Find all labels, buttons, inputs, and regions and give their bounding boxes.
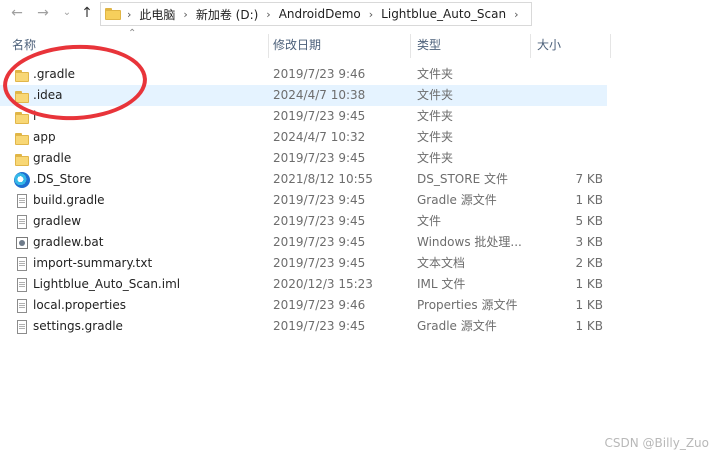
address-box[interactable]: › 此电脑 › 新加卷 (D:) › AndroidDemo › Lightbl…: [100, 2, 532, 26]
file-name: import-summary.txt: [33, 256, 153, 270]
file-icon: [14, 214, 30, 230]
file-type: IML 文件: [417, 277, 466, 291]
file-row[interactable]: settings.gradle 2019/7/23 9:45 Gradle 源文…: [0, 316, 610, 337]
file-row[interactable]: gradle 2019/7/23 9:45 文件夹: [0, 148, 610, 169]
edge-browser-icon: [14, 171, 30, 188]
column-header-size-label: 大小: [537, 38, 562, 52]
file-size: 3 KB: [575, 235, 603, 249]
breadcrumb-item-androiddemo[interactable]: AndroidDemo: [277, 7, 363, 21]
file-type: 文件夹: [417, 67, 454, 81]
file-row[interactable]: build.gradle 2019/7/23 9:45 Gradle 源文件 1…: [0, 190, 610, 211]
chevron-right-icon[interactable]: ›: [363, 8, 379, 21]
file-type: Gradle 源文件: [417, 319, 497, 333]
batch-file-icon: [14, 235, 30, 251]
breadcrumb-item-lightblue-auto-scan[interactable]: Lightblue_Auto_Scan: [379, 7, 508, 21]
file-type: 文本文档: [417, 256, 466, 270]
file-icon: [14, 277, 30, 293]
file-name: local.properties: [33, 298, 127, 312]
file-size: 1 KB: [575, 319, 603, 333]
folder-icon: [105, 8, 121, 20]
file-icon: [14, 319, 30, 335]
file-size: [535, 106, 603, 127]
file-type: 文件: [417, 214, 442, 228]
chevron-right-icon[interactable]: ›: [260, 8, 276, 21]
file-name: gradle: [33, 151, 72, 165]
address-bar: ← → ⌄ ↑ › 此电脑 › 新加卷 (D:) › AndroidDemo ›…: [0, 0, 723, 28]
file-date: 2019/7/23 9:46: [273, 298, 366, 312]
back-arrow-icon[interactable]: ←: [8, 4, 26, 22]
column-header-date[interactable]: 修改日期: [269, 30, 411, 60]
file-date: 2020/12/3 15:23: [273, 277, 373, 291]
column-header-name-label: 名称: [12, 38, 37, 52]
text-file-icon: [14, 256, 30, 272]
column-divider[interactable]: [610, 34, 611, 58]
file-row[interactable]: .DS_Store 2021/8/12 10:55 DS_STORE 文件 7 …: [0, 169, 610, 190]
file-date: 2024/4/7 10:38: [273, 88, 366, 102]
file-date: 2019/7/23 9:45: [273, 214, 366, 228]
file-date: 2019/7/23 9:45: [273, 109, 366, 123]
recent-locations-chevron-icon[interactable]: ⌄: [58, 4, 76, 22]
file-date: 2019/7/23 9:45: [273, 193, 366, 207]
file-name: settings.gradle: [33, 319, 123, 333]
chevron-right-icon[interactable]: ›: [508, 8, 524, 21]
file-size: 1 KB: [575, 193, 603, 207]
file-type: 文件夹: [417, 88, 454, 102]
file-size: [535, 85, 603, 106]
file-row[interactable]: Lightblue_Auto_Scan.iml 2020/12/3 15:23 …: [0, 274, 610, 295]
file-size: 7 KB: [575, 172, 603, 186]
file-size: 1 KB: [575, 277, 603, 291]
file-row[interactable]: local.properties 2019/7/23 9:46 Properti…: [0, 295, 610, 316]
folder-icon: [14, 151, 30, 167]
file-size: 1 KB: [575, 298, 603, 312]
file-date: 2019/7/23 9:46: [273, 67, 366, 81]
file-size: [535, 148, 603, 169]
file-name: gradlew.bat: [33, 235, 104, 249]
column-divider[interactable]: [410, 34, 411, 58]
file-name: .DS_Store: [33, 172, 92, 186]
file-type: DS_STORE 文件: [417, 172, 508, 186]
file-icon: [14, 193, 30, 209]
file-name: gradlew: [33, 214, 82, 228]
breadcrumb: › 此电脑 › 新加卷 (D:) › AndroidDemo › Lightbl…: [101, 3, 525, 25]
file-type: Gradle 源文件: [417, 193, 497, 207]
chevron-right-icon[interactable]: ›: [177, 8, 193, 21]
folder-icon: [14, 130, 30, 146]
file-size: [535, 64, 603, 85]
breadcrumb-item-this-pc[interactable]: 此电脑: [137, 6, 177, 23]
file-date: 2019/7/23 9:45: [273, 319, 366, 333]
file-type: 文件夹: [417, 130, 454, 144]
file-date: 2019/7/23 9:45: [273, 235, 366, 249]
column-header-date-label: 修改日期: [273, 38, 322, 52]
file-date: 2019/7/23 9:45: [273, 151, 366, 165]
file-size: [535, 127, 603, 148]
file-type: 文件夹: [417, 151, 454, 165]
file-type: Properties 源文件: [417, 298, 518, 312]
file-row[interactable]: gradlew 2019/7/23 9:45 文件 5 KB: [0, 211, 610, 232]
file-icon: [14, 298, 30, 314]
file-row[interactable]: app 2024/4/7 10:32 文件夹: [0, 127, 610, 148]
file-date: 2019/7/23 9:45: [273, 256, 366, 270]
column-header-type[interactable]: 类型: [413, 30, 531, 60]
up-arrow-icon[interactable]: ↑: [78, 4, 96, 22]
file-name: Lightblue_Auto_Scan.iml: [33, 277, 181, 291]
column-divider[interactable]: [530, 34, 531, 58]
file-row[interactable]: import-summary.txt 2019/7/23 9:45 文本文档 2…: [0, 253, 610, 274]
column-header-type-label: 类型: [417, 38, 442, 52]
file-date: 2024/4/7 10:32: [273, 130, 366, 144]
file-date: 2021/8/12 10:55: [273, 172, 373, 186]
file-row[interactable]: gradlew.bat 2019/7/23 9:45 Windows 批处理..…: [0, 232, 610, 253]
file-type: Windows 批处理...: [417, 235, 522, 249]
file-name: app: [33, 130, 56, 144]
column-header-size[interactable]: 大小: [533, 30, 611, 60]
file-name: build.gradle: [33, 193, 105, 207]
file-size: 5 KB: [575, 214, 603, 228]
file-type: 文件夹: [417, 109, 454, 123]
chevron-right-icon[interactable]: ›: [121, 8, 137, 21]
forward-arrow-icon[interactable]: →: [34, 4, 52, 22]
file-size: 2 KB: [575, 256, 603, 270]
breadcrumb-item-drive-d[interactable]: 新加卷 (D:): [194, 6, 260, 23]
watermark: CSDN @Billy_Zuo: [604, 436, 709, 450]
